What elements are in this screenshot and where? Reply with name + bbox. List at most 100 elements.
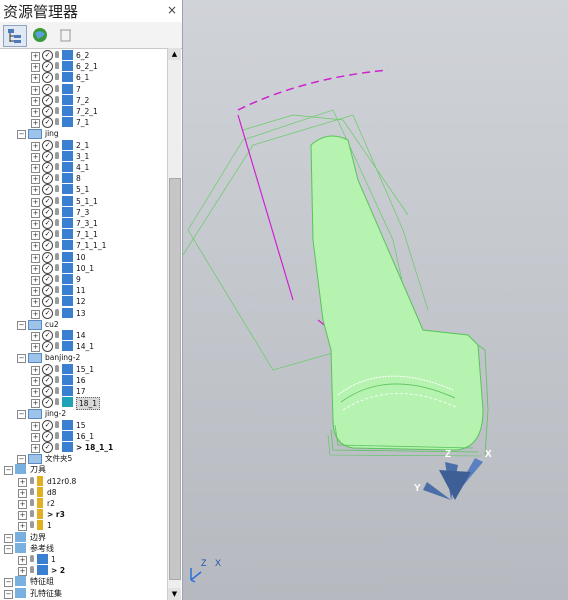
expand-toggle-icon[interactable]: +: [31, 276, 40, 285]
tree-row-path[interactable]: + ✓ 7_1_1: [0, 229, 167, 241]
expand-toggle-icon[interactable]: +: [31, 309, 40, 319]
tree-row-path[interactable]: + ✓ 7_1: [0, 117, 167, 129]
expand-toggle-icon[interactable]: +: [31, 186, 40, 196]
active-check-icon[interactable]: ✓: [42, 442, 53, 453]
active-check-icon[interactable]: ✓: [42, 94, 53, 106]
visibility-bulb-icon[interactable]: [55, 263, 59, 271]
tree-row-group[interactable]: − 刀具: [0, 464, 167, 476]
expand-toggle-icon[interactable]: +: [18, 488, 27, 498]
expand-toggle-icon[interactable]: +: [31, 141, 40, 151]
tree-row-ref[interactable]: +1: [0, 554, 167, 565]
tree-row-path[interactable]: + ✓ 7_3_1: [0, 218, 167, 229]
expand-toggle-icon[interactable]: +: [31, 332, 40, 341]
visibility-bulb-icon[interactable]: [55, 107, 59, 114]
active-check-icon[interactable]: ✓: [42, 184, 53, 196]
tree-row-folder[interactable]: − cu2: [0, 319, 167, 330]
tree-row-folder[interactable]: − 文件夹5: [0, 453, 167, 465]
tree-row-tool[interactable]: + > r3: [0, 509, 167, 521]
tree-row-path[interactable]: + ✓ 17: [0, 386, 167, 397]
tree-row-group[interactable]: − 孔特征集: [0, 587, 167, 599]
expand-toggle-icon[interactable]: −: [17, 130, 26, 140]
active-check-icon[interactable]: ✓: [42, 218, 53, 229]
expand-toggle-icon[interactable]: +: [31, 231, 40, 241]
active-check-icon[interactable]: ✓: [42, 374, 53, 386]
visibility-bulb-icon[interactable]: [55, 140, 59, 148]
expand-toggle-icon[interactable]: +: [31, 208, 40, 218]
expand-toggle-icon[interactable]: +: [31, 96, 40, 106]
tree-row-path[interactable]: + ✓ 15_1: [0, 363, 167, 375]
tree-row-path[interactable]: + ✓ 11: [0, 285, 167, 297]
active-check-icon[interactable]: ✓: [42, 173, 53, 185]
active-check-icon[interactable]: ✓: [42, 83, 53, 95]
tree-row-path[interactable]: + ✓ 2_1: [0, 139, 167, 151]
active-check-icon[interactable]: ✓: [42, 430, 53, 442]
visibility-bulb-icon[interactable]: [55, 286, 59, 294]
tree-row-path[interactable]: + ✓ 9: [0, 274, 167, 285]
expand-toggle-icon[interactable]: +: [31, 152, 40, 162]
visibility-bulb-icon[interactable]: [55, 443, 59, 450]
visibility-bulb-icon[interactable]: [55, 185, 59, 193]
visibility-bulb-icon[interactable]: [55, 375, 59, 383]
expand-toggle-icon[interactable]: −: [17, 410, 26, 420]
visibility-bulb-icon[interactable]: [55, 95, 59, 103]
visibility-bulb-icon[interactable]: [30, 555, 34, 562]
tree-row-group[interactable]: − 参考线: [0, 542, 167, 554]
visibility-bulb-icon[interactable]: [30, 476, 34, 484]
expand-toggle-icon[interactable]: +: [31, 444, 40, 453]
tree-row-path[interactable]: + ✓ 7_3: [0, 206, 167, 218]
visibility-bulb-icon[interactable]: [55, 151, 59, 159]
expand-toggle-icon[interactable]: +: [31, 74, 40, 84]
active-check-icon[interactable]: ✓: [42, 274, 53, 285]
active-check-icon[interactable]: ✓: [42, 195, 53, 207]
visibility-bulb-icon[interactable]: [55, 73, 59, 81]
active-check-icon[interactable]: ✓: [42, 229, 53, 241]
visibility-bulb-icon[interactable]: [55, 331, 59, 338]
tree-row-path[interactable]: + ✓ 16: [0, 374, 167, 386]
tree-row-tool[interactable]: +1: [0, 520, 167, 532]
3d-viewport[interactable]: Z X Y Z X: [183, 0, 568, 600]
visibility-bulb-icon[interactable]: [55, 51, 59, 58]
tree-row-path[interactable]: + ✓ 13: [0, 307, 167, 319]
tree-row-path[interactable]: + ✓ 6_2_1: [0, 61, 167, 73]
expand-toggle-icon[interactable]: +: [31, 343, 40, 353]
tree-row-folder[interactable]: − jing: [0, 128, 167, 140]
tree-row-path[interactable]: + ✓ 5_1_1: [0, 195, 167, 207]
visibility-bulb-icon[interactable]: [55, 118, 59, 126]
globe-icon[interactable]: [30, 25, 52, 45]
expand-toggle-icon[interactable]: +: [31, 108, 40, 117]
visibility-bulb-icon[interactable]: [55, 163, 59, 170]
active-check-icon[interactable]: ✓: [42, 330, 53, 341]
expand-toggle-icon[interactable]: +: [31, 365, 40, 375]
tree-row-path[interactable]: + ✓ 12: [0, 296, 167, 308]
expand-toggle-icon[interactable]: +: [18, 477, 27, 487]
visibility-bulb-icon[interactable]: [55, 387, 59, 394]
expand-toggle-icon[interactable]: +: [18, 500, 27, 509]
visibility-bulb-icon[interactable]: [30, 499, 34, 506]
expand-toggle-icon[interactable]: +: [31, 164, 40, 173]
visibility-bulb-icon[interactable]: [55, 174, 59, 182]
active-check-icon[interactable]: ✓: [42, 262, 53, 274]
tree-row-tool[interactable]: + r2: [0, 498, 167, 509]
visibility-bulb-icon[interactable]: [55, 297, 59, 305]
expand-toggle-icon[interactable]: +: [31, 399, 40, 409]
expand-toggle-icon[interactable]: −: [4, 578, 13, 588]
close-icon[interactable]: ×: [167, 3, 177, 17]
active-check-icon[interactable]: ✓: [42, 206, 53, 218]
active-check-icon[interactable]: ✓: [42, 72, 53, 84]
tree-view-icon[interactable]: [3, 25, 27, 47]
active-check-icon[interactable]: ✓: [42, 363, 53, 375]
tree-row-path[interactable]: + ✓ 6_2: [0, 50, 167, 61]
tree-row-folder[interactable]: − banjing-2: [0, 352, 167, 364]
tree-row-path[interactable]: + ✓ 8: [0, 173, 167, 185]
expand-toggle-icon[interactable]: +: [31, 85, 40, 95]
expand-toggle-icon[interactable]: +: [31, 63, 40, 73]
expand-toggle-icon[interactable]: +: [31, 119, 40, 129]
trash-icon[interactable]: [55, 25, 77, 45]
active-check-icon[interactable]: ✓: [42, 285, 53, 297]
expand-toggle-icon[interactable]: +: [31, 421, 40, 431]
visibility-bulb-icon[interactable]: [30, 510, 34, 518]
visibility-bulb-icon[interactable]: [55, 308, 59, 316]
active-check-icon[interactable]: ✓: [42, 150, 53, 162]
visibility-bulb-icon[interactable]: [55, 420, 59, 428]
tree-row-ref[interactable]: + > 2: [0, 565, 167, 577]
